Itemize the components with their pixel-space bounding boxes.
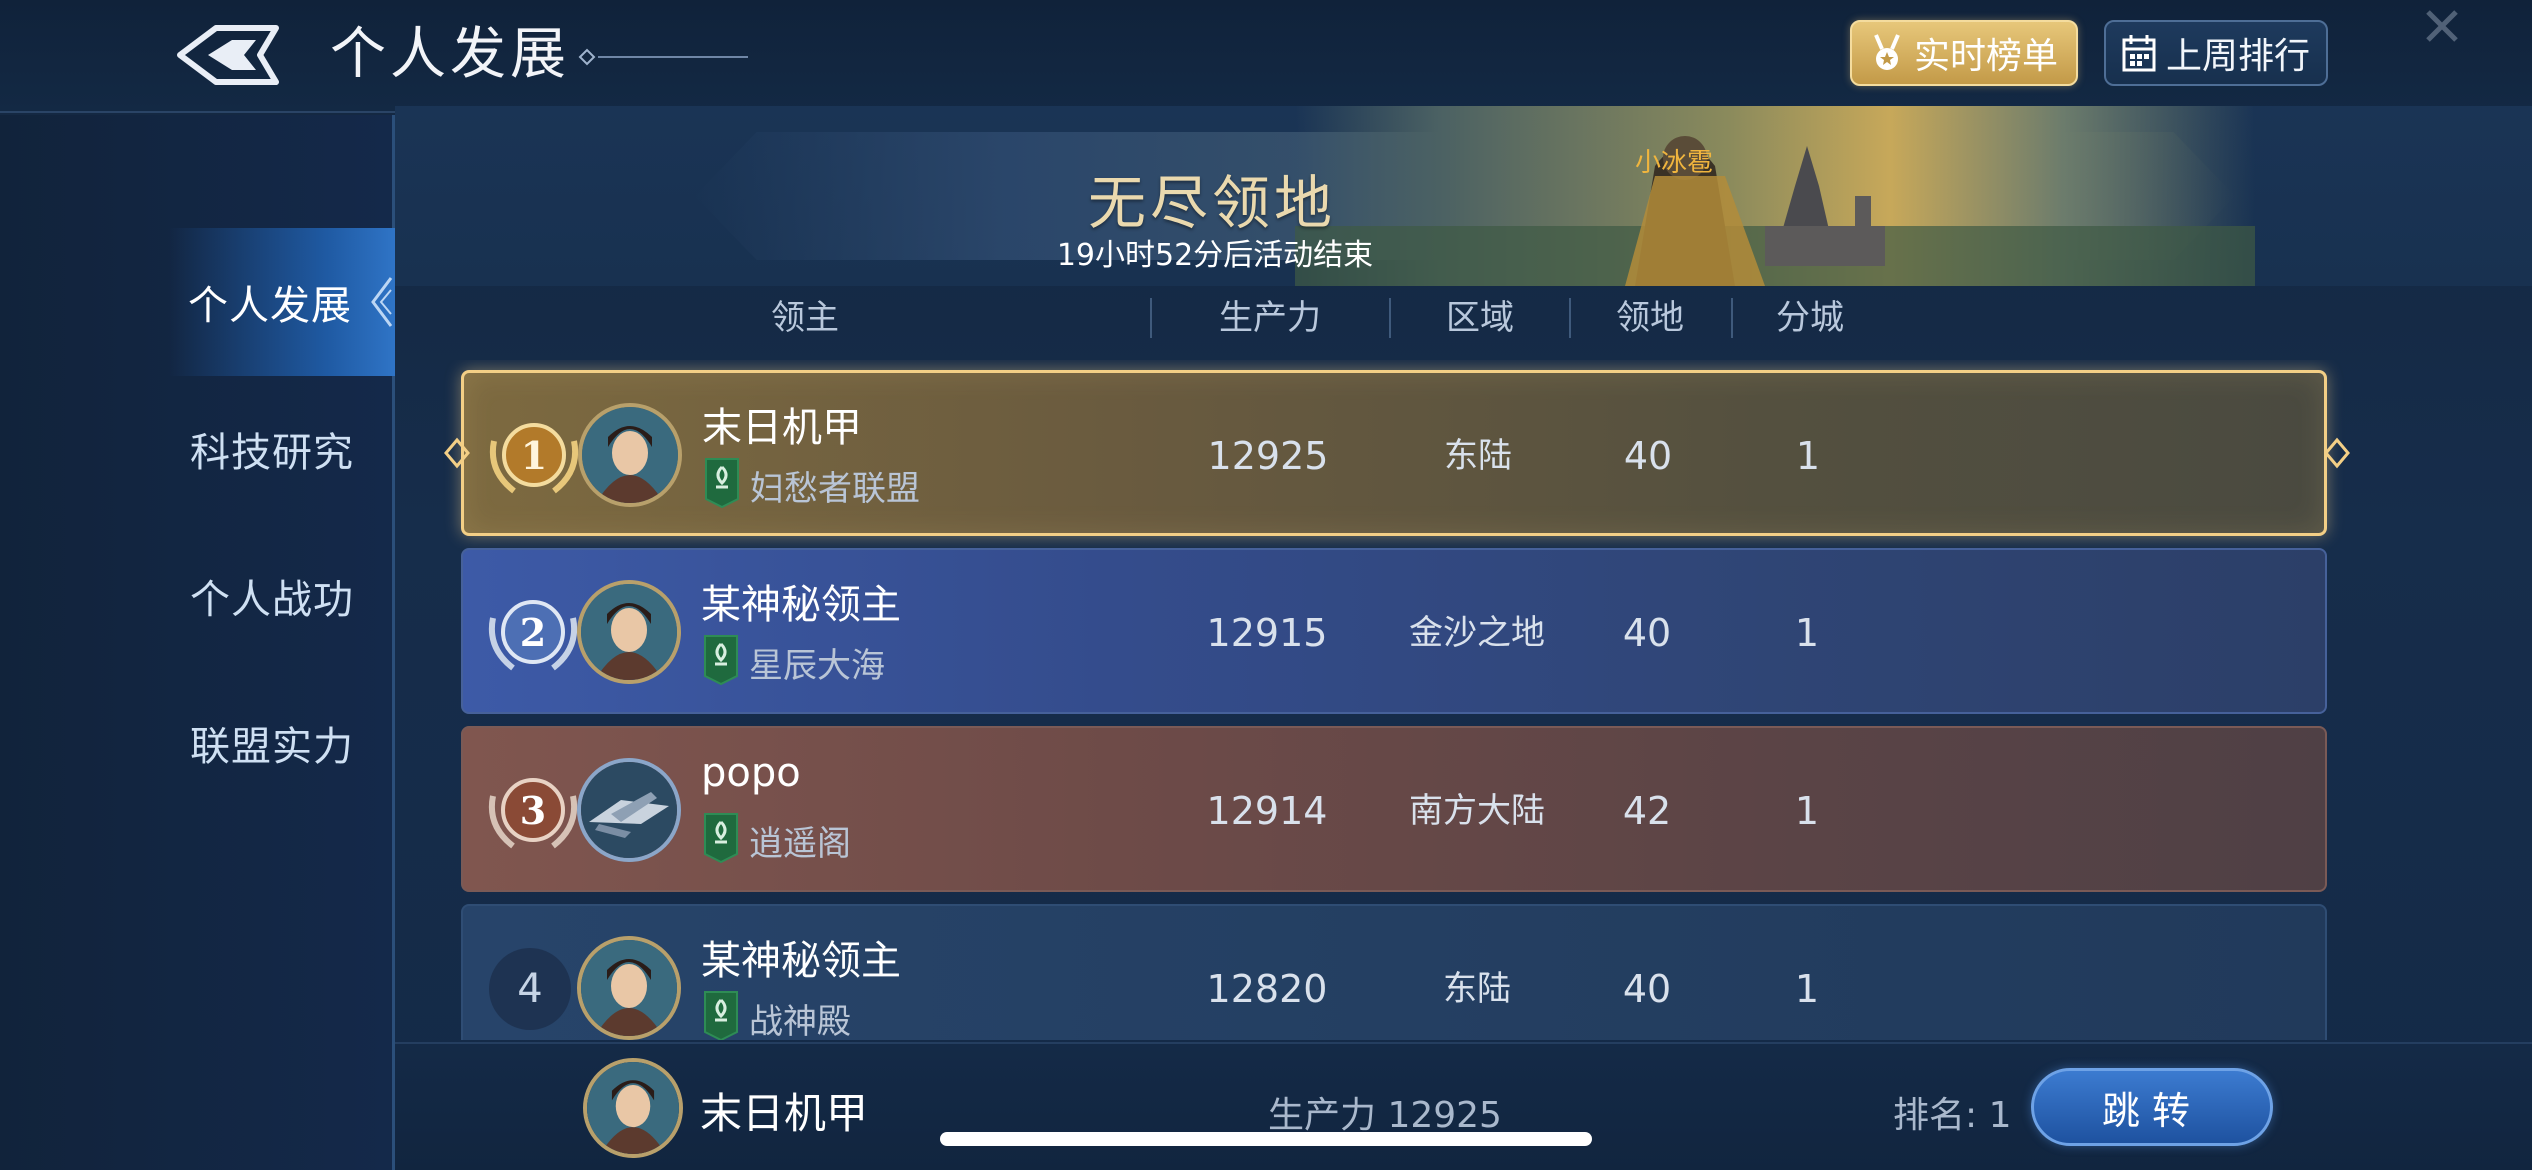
column-header-branch: 分城	[1776, 298, 1844, 338]
bronze-rank-badge-icon: 3	[489, 778, 577, 849]
rank-number: 1	[521, 433, 547, 478]
alliance-flag-icon	[704, 635, 738, 686]
table-row[interactable]: 2 某神秘领主 星辰大海 12915 金沙之地 40 1	[461, 548, 2327, 714]
my-rank: 排名: 1	[1893, 1095, 2012, 1136]
title-divider-ornament	[578, 48, 748, 66]
close-icon[interactable]	[2422, 6, 2462, 46]
sidebar: 个人发展 科技研究 个人战功 联盟实力	[0, 115, 395, 1170]
last-week-ranking-button[interactable]: 上周排行	[2104, 20, 2328, 86]
lord-name: 某神秘领主	[701, 938, 901, 984]
branch-value: 1	[1794, 789, 1820, 833]
alliance-name: 逍遥阁	[749, 824, 851, 864]
table-row[interactable]: 4 某神秘领主 战神殿 12820 东陆 40 1	[461, 904, 2327, 1040]
live-ranking-button[interactable]: 实时榜单	[1850, 20, 2078, 86]
sidebar-item-label: 个人发展	[188, 283, 352, 329]
live-ranking-label: 实时榜单	[1913, 36, 2058, 77]
back-arrow-icon[interactable]	[176, 22, 282, 88]
event-title: 无尽领地	[1087, 169, 1336, 237]
rank-number: 4	[489, 948, 571, 1030]
calendar-icon	[2122, 35, 2156, 72]
player-tag: 小冰雹	[1635, 148, 1714, 178]
sidebar-item-tech-research[interactable]: 科技研究	[172, 375, 395, 523]
table-row[interactable]: 1 末日机甲 妇愁者联盟 12925 东陆 40 1	[444, 370, 2350, 536]
column-header-region: 区域	[1446, 298, 1514, 338]
alliance-flag-icon	[704, 813, 738, 864]
lord-name: 末日机甲	[702, 405, 862, 451]
alliance-flag-icon	[704, 991, 738, 1040]
gold-rank-badge-icon: 1	[490, 423, 578, 494]
power-value: 12914	[1206, 789, 1328, 833]
avatar	[578, 403, 682, 507]
lord-name: popo	[701, 750, 801, 796]
jump-button[interactable]: 跳转	[2031, 1068, 2273, 1146]
silver-rank-badge-icon: 2	[489, 600, 577, 671]
column-separator	[1389, 298, 1391, 338]
ranking-list[interactable]: 1 末日机甲 妇愁者联盟 12925 东陆 40 1 2 某神秘领主 星辰大海 …	[395, 360, 2532, 1040]
my-power: 生产力 12925	[1268, 1095, 1502, 1136]
territory-value: 40	[1623, 434, 1673, 478]
alliance-name: 妇愁者联盟	[750, 469, 920, 509]
last-week-ranking-label: 上周排行	[2165, 36, 2310, 77]
lord-name: 某神秘领主	[701, 582, 901, 628]
home-indicator[interactable]	[940, 1132, 1592, 1146]
region-value: 南方大陆	[1409, 791, 1545, 831]
region-value: 东陆	[1443, 969, 1511, 1009]
avatar	[577, 758, 681, 862]
territory-value: 40	[1622, 967, 1672, 1011]
branch-value: 1	[1794, 967, 1820, 1011]
rank-number: 2	[520, 610, 546, 655]
my-rank-bar: 末日机甲 生产力 12925 排名: 1 跳转	[395, 1042, 2532, 1170]
sidebar-item-label: 科技研究	[190, 430, 354, 476]
event-countdown: 19小时52分后活动结束	[1056, 238, 1374, 273]
alliance-flag-icon	[705, 458, 739, 509]
sidebar-item-label: 个人战功	[190, 577, 354, 623]
sidebar-item-personal-development[interactable]: 个人发展	[168, 228, 395, 376]
power-value: 12915	[1206, 611, 1328, 655]
alliance-name: 星辰大海	[749, 646, 885, 686]
top-bar: 个人发展 实时榜单 上周排行	[0, 0, 2532, 113]
branch-value: 1	[1794, 611, 1820, 655]
region-value: 东陆	[1444, 436, 1512, 476]
my-lord-name: 末日机甲	[700, 1089, 869, 1138]
active-indicator-icon	[371, 277, 393, 327]
column-header-power: 生产力	[1219, 298, 1321, 338]
sidebar-item-personal-merit[interactable]: 个人战功	[172, 522, 395, 670]
region-value: 金沙之地	[1409, 613, 1545, 653]
sidebar-item-label: 联盟实力	[190, 724, 354, 770]
my-avatar	[583, 1058, 683, 1158]
avatar	[577, 580, 681, 684]
column-separator	[1150, 298, 1152, 338]
page-title: 个人发展	[330, 22, 570, 87]
branch-value: 1	[1795, 434, 1821, 478]
column-header-lord: 领主	[771, 298, 839, 338]
event-banner: 无尽领地 19小时52分后活动结束 小冰雹	[395, 106, 2532, 286]
medal-icon	[1874, 34, 1900, 70]
alliance-name: 战神殿	[749, 1002, 851, 1040]
table-row[interactable]: 3 popo 逍遥阁 12914 南方大陆 42 1	[461, 726, 2327, 892]
column-separator	[1731, 298, 1733, 338]
rank-number: 3	[520, 788, 546, 833]
avatar	[577, 936, 681, 1040]
territory-value: 40	[1622, 611, 1672, 655]
row-edge-ornament	[2324, 437, 2350, 469]
column-separator	[1569, 298, 1571, 338]
column-header-territory: 领地	[1616, 298, 1684, 338]
sidebar-item-alliance-power[interactable]: 联盟实力	[172, 669, 395, 817]
row-edge-ornament	[444, 437, 470, 469]
power-value: 12925	[1207, 434, 1329, 478]
power-value: 12820	[1206, 967, 1328, 1011]
territory-value: 42	[1622, 789, 1672, 833]
